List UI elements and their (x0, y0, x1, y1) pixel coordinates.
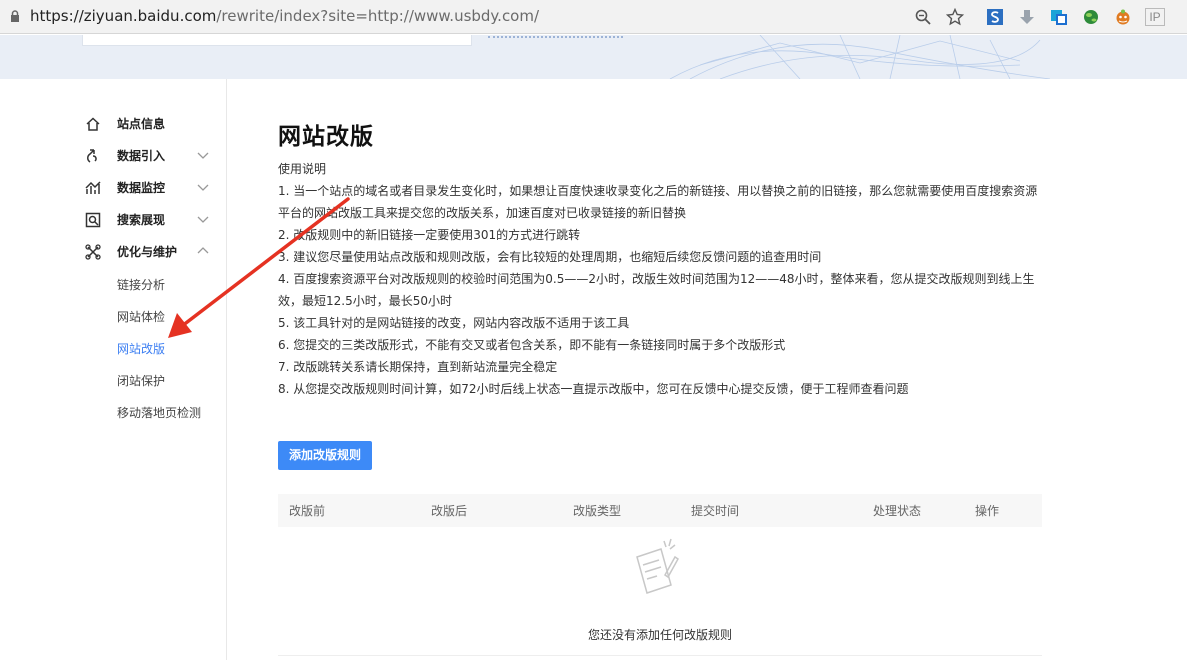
sidebar-item-data-monitor[interactable]: 数据监控 (0, 173, 227, 205)
home-icon (86, 117, 100, 131)
network-decoration-icon (669, 35, 1051, 79)
sidebar: 站点信息 数据引入 数据监控 搜索展现 优化与维护 链接分析 网站体检 网站改版… (0, 79, 227, 660)
instruction-line: 6. 您提交的三类改版形式，不能有交叉或者包含关系，即不能有一条链接同时属于多个… (278, 338, 786, 352)
instruction-line: 8. 从您提交改版规则时间计算，如72小时后线上状态一直提示改版中，您可在反馈中… (278, 382, 909, 396)
bookmark-star-icon[interactable] (946, 8, 964, 26)
empty-state-text: 您还没有添加任何改版规则 (587, 628, 732, 642)
instruction-line: 2. 改版规则中的新旧链接一定要使用301的方式进行跳转 (278, 228, 581, 242)
data-import-icon (87, 149, 97, 163)
header-banner (0, 35, 1187, 79)
rules-table-header: 改版前 改版后 改版类型 提交时间 处理状态 操作 (278, 494, 1042, 527)
optimize-icon (85, 244, 101, 260)
zoom-icon[interactable] (914, 8, 932, 26)
url-host: https://ziyuan.baidu.com (30, 7, 217, 25)
instruction-line: 4. 百度搜索资源平台对改版规则的校验时间范围为0.5——2小时，改版生效时间范… (278, 272, 1035, 286)
site-select-input[interactable] (82, 35, 472, 46)
monkey-extension-icon[interactable] (1114, 8, 1132, 26)
sidebar-subitem-site-checkup[interactable]: 网站体检 (117, 309, 165, 325)
sidebar-item-label: 站点信息 (117, 117, 166, 131)
sidebar-item-label: 数据监控 (117, 181, 166, 195)
table-divider (278, 655, 1042, 656)
url-path: /rewrite/index?site=http://www.usbdy.com… (216, 7, 540, 25)
sidebar-subitem-site-closure[interactable]: 闭站保护 (117, 373, 165, 389)
column-header: 提交时间 (691, 504, 740, 518)
banner-link[interactable] (488, 35, 623, 38)
empty-state-icon (636, 538, 679, 594)
sidebar-item-label: 优化与维护 (117, 245, 178, 259)
sidebar-subitem-mobile-landing-check[interactable]: 移动落地页检测 (117, 405, 201, 421)
column-header: 处理状态 (873, 504, 922, 518)
instruction-line: 效，最短12.5小时，最长50小时 (278, 294, 452, 308)
extension-s-icon[interactable] (986, 8, 1004, 26)
column-header: 改版前 (289, 504, 326, 518)
chevron-down-icon (197, 216, 209, 223)
sidebar-subitem-site-revision[interactable]: 网站改版 (117, 341, 165, 357)
instruction-line: 5. 该工具针对的是网站链接的改变，网站内容改版不适用于该工具 (278, 316, 630, 330)
chart-icon (85, 181, 101, 194)
instruction-line: 1. 当一个站点的域名或者目录发生变化时，如果想让百度快速收录变化之后的新链接、… (278, 184, 1038, 198)
search-display-icon (85, 212, 101, 228)
sidebar-item-site-info[interactable]: 站点信息 (0, 109, 227, 141)
usage-instructions: 使用说明 1. 当一个站点的域名或者目录发生变化时，如果想让百度快速收录变化之后… (278, 158, 1048, 400)
chevron-down-icon (197, 184, 209, 191)
sidebar-item-label: 搜索展现 (117, 213, 166, 227)
ip-extension-icon[interactable]: IP (1145, 8, 1165, 26)
instruction-line: 平台的网站改版工具来提交您的改版关系，加速百度对已收录链接的新旧替换 (278, 206, 687, 220)
download-arrow-icon[interactable] (1018, 8, 1036, 26)
browser-address-bar: https://ziyuan.baidu.com/rewrite/index?s… (0, 0, 1187, 34)
sidebar-item-optimize[interactable]: 优化与维护 (0, 237, 227, 269)
chevron-up-icon (197, 247, 209, 254)
sidebar-item-data-import[interactable]: 数据引入 (0, 141, 227, 173)
sidebar-subitem-link-analysis[interactable]: 链接分析 (117, 277, 165, 293)
chevron-down-icon (197, 152, 209, 159)
page-title: 网站改版 (278, 124, 374, 150)
column-header: 改版后 (431, 504, 468, 518)
add-revision-rule-button[interactable]: 添加改版规则 (278, 441, 372, 470)
column-header: 改版类型 (573, 504, 622, 518)
column-header: 操作 (975, 504, 1000, 518)
globe-extension-icon[interactable] (1082, 8, 1100, 26)
instruction-line: 3. 建议您尽量使用站点改版和规则改版，会有比较短的处理周期，也缩短后续您反馈问… (278, 250, 822, 264)
url-field[interactable]: https://ziyuan.baidu.com/rewrite/index?s… (30, 7, 539, 25)
sidebar-item-label: 数据引入 (117, 149, 166, 163)
instructions-heading: 使用说明 (278, 162, 327, 176)
screenshot-extension-icon[interactable] (1050, 8, 1068, 26)
sidebar-item-search-display[interactable]: 搜索展现 (0, 205, 227, 237)
lock-icon (11, 10, 19, 22)
instruction-line: 7. 改版跳转关系请长期保持，直到新站流量完全稳定 (278, 360, 558, 374)
